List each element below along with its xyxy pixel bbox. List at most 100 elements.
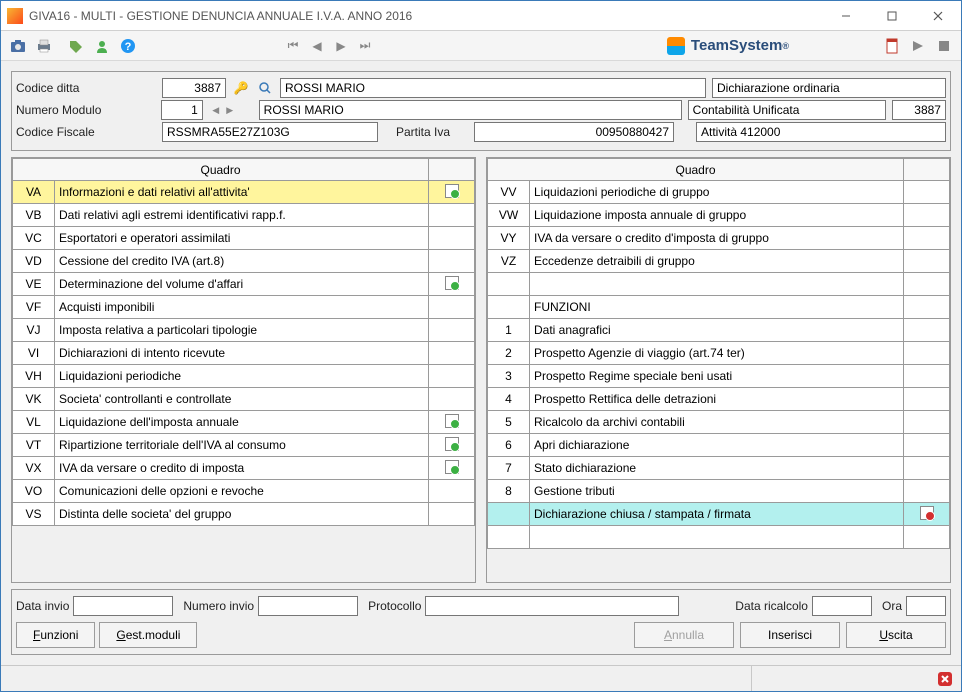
camera-icon[interactable] [7, 35, 29, 57]
row-desc: FUNZIONI [530, 296, 904, 319]
nome1-field[interactable]: ROSSI MARIO [280, 78, 706, 98]
user-icon[interactable] [91, 35, 113, 57]
table-row[interactable]: VWLiquidazione imposta annuale di gruppo [488, 204, 950, 227]
row-code: VJ [13, 319, 55, 342]
table-row[interactable]: VFAcquisti imponibili [13, 296, 475, 319]
table-row[interactable]: Dichiarazione chiusa / stampata / firmat… [488, 503, 950, 526]
table-row[interactable]: VEDeterminazione del volume d'affari [13, 273, 475, 296]
row-flag [904, 227, 950, 250]
ora-field[interactable] [906, 596, 946, 616]
right-table: Quadro VVLiquidazioni periodiche di grup… [487, 158, 950, 549]
table-row[interactable]: VKSocieta' controllanti e controllate [13, 388, 475, 411]
first-icon[interactable]: ⏮ [281, 35, 305, 57]
row-flag [904, 457, 950, 480]
table-row[interactable]: 2Prospetto Agenzie di viaggio (art.74 te… [488, 342, 950, 365]
codice-fiscale-field[interactable]: RSSMRA55E27Z103G [162, 122, 378, 142]
table-row[interactable]: VHLiquidazioni periodiche [13, 365, 475, 388]
table-row[interactable]: VBDati relativi agli estremi identificat… [13, 204, 475, 227]
footer-panel: Data invio Numero invio Protocollo Data … [11, 589, 951, 655]
table-row[interactable]: VYIVA da versare o credito d'imposta di … [488, 227, 950, 250]
next-icon[interactable]: ▶ [329, 35, 353, 57]
export-icon[interactable] [881, 35, 903, 57]
table-row[interactable]: VOComunicazioni delle opzioni e revoche [13, 480, 475, 503]
right-table-panel: Quadro VVLiquidazioni periodiche di grup… [486, 157, 951, 583]
annulla-button[interactable]: Annulla [634, 622, 734, 648]
row-desc: Ricalcolo da archivi contabili [530, 411, 904, 434]
gest-moduli-button[interactable]: Gest.moduli [99, 622, 197, 648]
row-flag [429, 319, 475, 342]
row-desc: Prospetto Agenzie di viaggio (art.74 ter… [530, 342, 904, 365]
error-icon[interactable] [937, 671, 953, 687]
maximize-button[interactable] [869, 1, 915, 30]
row-code: VY [488, 227, 530, 250]
uscita-button[interactable]: Uscita [846, 622, 946, 648]
data-ricalcolo-field[interactable] [812, 596, 872, 616]
table-row[interactable]: 5Ricalcolo da archivi contabili [488, 411, 950, 434]
table-row[interactable]: VVLiquidazioni periodiche di gruppo [488, 181, 950, 204]
table-row[interactable]: 1Dati anagrafici [488, 319, 950, 342]
lookup-icon[interactable]: 🔑 [232, 79, 250, 97]
table-row[interactable]: 4Prospetto Rettifica delle detrazioni [488, 388, 950, 411]
help-icon[interactable]: ? [117, 35, 139, 57]
table-row[interactable] [488, 526, 950, 549]
right-flag-header [904, 159, 950, 181]
row-code: VX [13, 457, 55, 480]
row-desc: Prospetto Regime speciale beni usati [530, 365, 904, 388]
table-row[interactable]: 6Apri dichiarazione [488, 434, 950, 457]
table-row[interactable]: VTRipartizione territoriale dell'IVA al … [13, 434, 475, 457]
table-row[interactable]: 8Gestione tributi [488, 480, 950, 503]
contab-val-field[interactable]: 3887 [892, 100, 946, 120]
table-row[interactable] [488, 273, 950, 296]
table-row[interactable]: VJImposta relativa a particolari tipolog… [13, 319, 475, 342]
funzioni-button[interactable]: Funzioni [16, 622, 95, 648]
row-code: VB [13, 204, 55, 227]
tag-icon[interactable] [65, 35, 87, 57]
table-row[interactable]: VCEsportatori e operatori assimilati [13, 227, 475, 250]
last-icon[interactable]: ⏭ [353, 35, 377, 57]
spin-next-icon[interactable]: ▶ [223, 101, 237, 119]
row-flag [904, 388, 950, 411]
table-row[interactable]: VZEccedenze detraibili di gruppo [488, 250, 950, 273]
row-desc: Prospetto Rettifica delle detrazioni [530, 388, 904, 411]
protocollo-field[interactable] [425, 596, 679, 616]
row-desc: Cessione del credito IVA (art.8) [55, 250, 429, 273]
row-flag [904, 503, 950, 526]
table-row[interactable]: VIDichiarazioni di intento ricevute [13, 342, 475, 365]
attivita-field[interactable]: Attività 412000 [696, 122, 946, 142]
data-invio-field[interactable] [73, 596, 173, 616]
search-icon[interactable] [256, 79, 274, 97]
table-row[interactable]: VDCessione del credito IVA (art.8) [13, 250, 475, 273]
row-desc: Distinta delle societa' del gruppo [55, 503, 429, 526]
row-flag [429, 227, 475, 250]
nome2-field[interactable]: ROSSI MARIO [259, 100, 682, 120]
row-flag [904, 480, 950, 503]
stop-icon[interactable] [933, 35, 955, 57]
document-blocked-icon [920, 506, 934, 520]
contab-label-field: Contabilità Unificata [688, 100, 887, 120]
numero-modulo-field[interactable]: 1 [161, 100, 203, 120]
row-code: VZ [488, 250, 530, 273]
table-row[interactable]: VLLiquidazione dell'imposta annuale [13, 411, 475, 434]
dichiarazione-field[interactable]: Dichiarazione ordinaria [712, 78, 946, 98]
table-row[interactable]: VSDistinta delle societa' del gruppo [13, 503, 475, 526]
forward-icon[interactable] [907, 35, 929, 57]
table-row[interactable]: VXIVA da versare o credito di imposta [13, 457, 475, 480]
row-code: VO [13, 480, 55, 503]
numero-invio-field[interactable] [258, 596, 358, 616]
codice-ditta-field[interactable]: 3887 [162, 78, 226, 98]
row-flag [904, 365, 950, 388]
prev-icon[interactable]: ◀ [305, 35, 329, 57]
partita-iva-field[interactable]: 00950880427 [474, 122, 674, 142]
table-row[interactable]: VAInformazioni e dati relativi all'attiv… [13, 181, 475, 204]
nav-buttons: ⏮ ◀ ▶ ⏭ [281, 35, 377, 57]
row-flag [429, 296, 475, 319]
table-row[interactable]: 7Stato dichiarazione [488, 457, 950, 480]
row-desc: Informazioni e dati relativi all'attivit… [55, 181, 429, 204]
print-icon[interactable] [33, 35, 55, 57]
table-row[interactable]: 3Prospetto Regime speciale beni usati [488, 365, 950, 388]
minimize-button[interactable] [823, 1, 869, 30]
inserisci-button[interactable]: Inserisci [740, 622, 840, 648]
table-row[interactable]: FUNZIONI [488, 296, 950, 319]
close-button[interactable] [915, 1, 961, 30]
spin-prev-icon[interactable]: ◀ [209, 101, 223, 119]
